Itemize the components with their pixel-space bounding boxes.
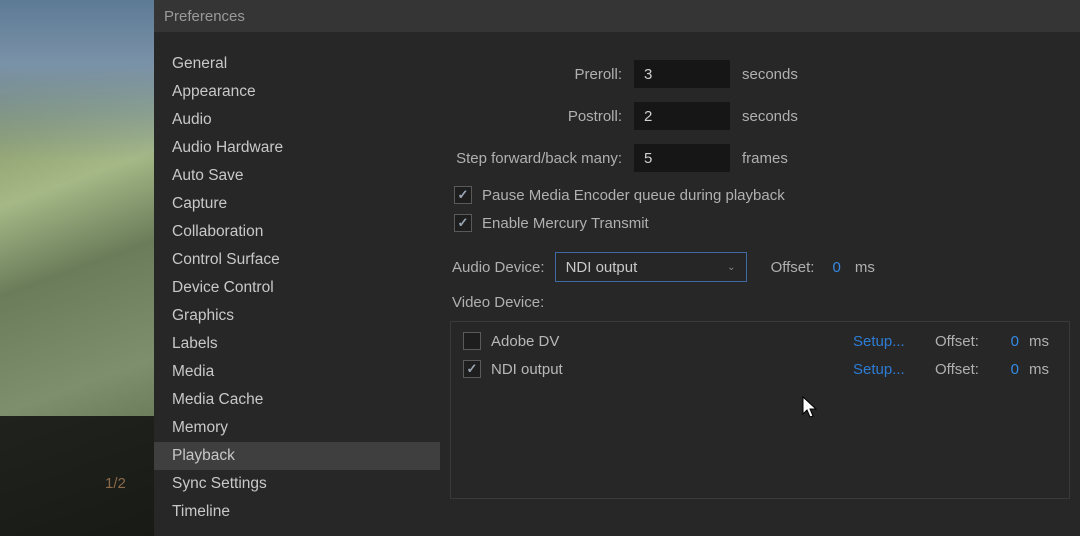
device-offset-value[interactable]: 0 [1001, 361, 1019, 378]
preroll-label: Preroll: [450, 66, 622, 83]
sidebar-item-audio[interactable]: Audio [154, 106, 440, 134]
device-offset-label: Offset: [935, 361, 991, 378]
sidebar-item-media-cache[interactable]: Media Cache [154, 386, 440, 414]
sidebar-item-general[interactable]: General [154, 50, 440, 78]
sidebar-item-timeline[interactable]: Timeline [154, 498, 440, 526]
preroll-row: Preroll: seconds [450, 60, 1070, 88]
sidebar-item-audio-hardware[interactable]: Audio Hardware [154, 134, 440, 162]
sidebar-item-capture[interactable]: Capture [154, 190, 440, 218]
sidebar-item-media[interactable]: Media [154, 358, 440, 386]
sidebar-item-labels[interactable]: Labels [154, 330, 440, 358]
mercury-transmit-row: Enable Mercury Transmit [450, 214, 1070, 232]
chevron-down-icon: ⌄ [727, 262, 735, 273]
background-image [0, 0, 154, 536]
page-indicator: 1/2 [105, 475, 126, 492]
preroll-input[interactable] [634, 60, 730, 88]
device-row: NDI output Setup... Offset: 0 ms [463, 360, 1057, 378]
device-checkbox[interactable] [463, 332, 481, 350]
device-name: NDI output [491, 361, 691, 378]
device-name: Adobe DV [491, 333, 691, 350]
audio-offset-label: Offset: [771, 259, 815, 276]
preferences-dialog: Preferences GeneralAppearanceAudioAudio … [154, 0, 1080, 536]
window-title: Preferences [164, 8, 245, 25]
titlebar: Preferences [154, 0, 1080, 32]
step-unit: frames [742, 150, 788, 167]
sidebar-item-graphics[interactable]: Graphics [154, 302, 440, 330]
mercury-transmit-checkbox[interactable] [454, 214, 472, 232]
device-offset-unit: ms [1029, 361, 1057, 378]
step-input[interactable] [634, 144, 730, 172]
pause-encoder-checkbox[interactable] [454, 186, 472, 204]
device-row: Adobe DV Setup... Offset: 0 ms [463, 332, 1057, 350]
audio-device-row: Audio Device: NDI output ⌄ Offset: 0 ms [450, 252, 1070, 282]
sidebar-item-memory[interactable]: Memory [154, 414, 440, 442]
device-checkbox[interactable] [463, 360, 481, 378]
device-offset-value[interactable]: 0 [1001, 333, 1019, 350]
sidebar-item-sync-settings[interactable]: Sync Settings [154, 470, 440, 498]
audio-device-value: NDI output [566, 259, 638, 276]
video-device-list: Adobe DV Setup... Offset: 0 ms NDI output Setu… [450, 321, 1070, 499]
step-row: Step forward/back many: frames [450, 144, 1070, 172]
step-label: Step forward/back many: [450, 150, 622, 167]
sidebar-item-auto-save[interactable]: Auto Save [154, 162, 440, 190]
postroll-input[interactable] [634, 102, 730, 130]
playback-panel: Preroll: seconds Postroll: seconds Step … [440, 32, 1080, 536]
postroll-row: Postroll: seconds [450, 102, 1070, 130]
pause-encoder-row: Pause Media Encoder queue during playbac… [450, 186, 1070, 204]
sidebar: GeneralAppearanceAudioAudio HardwareAuto… [154, 32, 440, 536]
preroll-unit: seconds [742, 66, 798, 83]
video-device-label: Video Device: [452, 294, 1070, 311]
device-offset-label: Offset: [935, 333, 991, 350]
mercury-transmit-label: Enable Mercury Transmit [482, 215, 649, 232]
audio-offset-unit: ms [855, 259, 875, 276]
device-setup-link[interactable]: Setup... [853, 361, 925, 378]
postroll-label: Postroll: [450, 108, 622, 125]
sidebar-item-device-control[interactable]: Device Control [154, 274, 440, 302]
sidebar-item-control-surface[interactable]: Control Surface [154, 246, 440, 274]
audio-offset-value[interactable]: 0 [832, 259, 840, 276]
device-offset-unit: ms [1029, 333, 1057, 350]
audio-device-dropdown[interactable]: NDI output ⌄ [555, 252, 747, 282]
sidebar-item-collaboration[interactable]: Collaboration [154, 218, 440, 246]
audio-device-label: Audio Device: [450, 259, 545, 276]
postroll-unit: seconds [742, 108, 798, 125]
sidebar-item-appearance[interactable]: Appearance [154, 78, 440, 106]
pause-encoder-label: Pause Media Encoder queue during playbac… [482, 187, 785, 204]
sidebar-item-playback[interactable]: Playback [154, 442, 440, 470]
device-setup-link[interactable]: Setup... [853, 333, 925, 350]
